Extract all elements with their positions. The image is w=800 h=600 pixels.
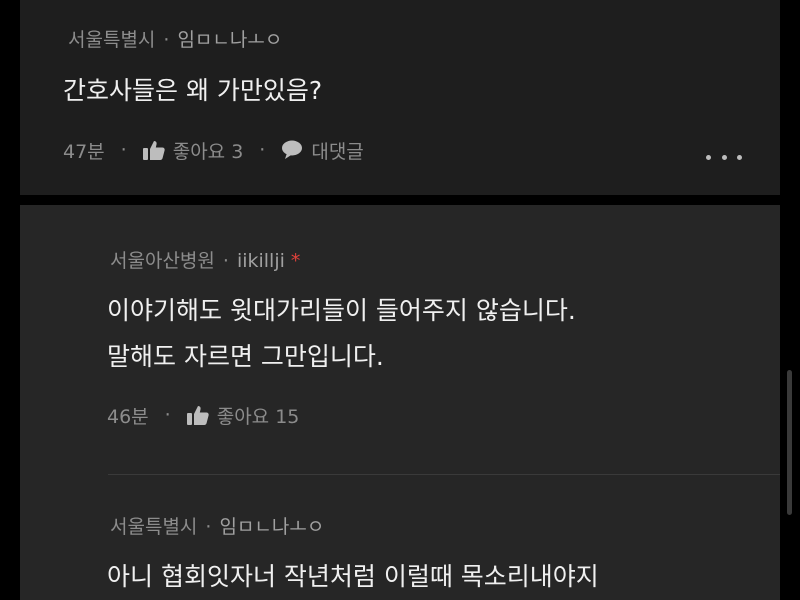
comment-meta: 서울특별시 · 임ㅁㄴ나ㅗㅇ [68,28,282,52]
meta-separator: · [205,516,212,538]
author-badge: * [290,250,301,272]
like-button[interactable]: 좋아요 15 [186,402,300,429]
reply-divider [108,474,780,475]
reply-location: 서울특별시 [110,516,198,538]
like-count: 좋아요 3 [172,140,244,163]
comment-location: 서울특별시 [68,29,156,51]
actions-separator: · [164,404,171,426]
comment-text: 간호사들은 왜 가만있음? [63,76,323,105]
reply-meta: 서울아산병원 · iikillji * [110,249,300,273]
reply-text-line-1: 이야기해도 윗대가리들이 들어주지 않습니다. [107,296,576,325]
actions-separator: · [120,139,127,161]
reply-label: 대댓글 [311,140,364,163]
like-button[interactable]: 좋아요 3 [142,137,244,164]
reply-time: 46분 [107,405,149,428]
more-dots-icon [721,154,727,160]
reply-author[interactable]: iikillji [237,250,285,272]
comment-author[interactable]: 임ㅁㄴ나ㅗㅇ [177,29,282,51]
reply-author[interactable]: 임ㅁㄴ나ㅗㅇ [219,516,324,538]
actions-separator: · [259,139,266,161]
thumbs-up-icon [186,406,209,425]
reply-text-line-2: 말해도 자르면 그만입니다. [107,342,384,371]
reply-location: 서울아산병원 [110,250,215,272]
like-count: 좋아요 15 [216,405,300,428]
meta-separator: · [163,29,170,51]
comment-time: 47분 [63,140,105,163]
scrollbar[interactable] [787,370,792,515]
more-options-button[interactable] [706,150,742,164]
reply-meta: 서울특별시 · 임ㅁㄴ나ㅗㅇ [110,515,324,539]
reply-text-line-1: 아니 협회잇자너 작년처럼 이럴때 목소리내야지 [107,562,599,591]
more-dots-icon [737,154,742,160]
reply-actions: 46분 · 좋아요 15 [107,402,299,428]
speech-bubble-icon [282,140,303,159]
comment-actions: 47분 · 좋아요 3 · 대댓글 [63,137,364,163]
thumbs-up-icon [142,141,165,160]
reply-button[interactable]: 대댓글 [281,137,364,164]
meta-separator: · [222,250,229,272]
left-edge [0,0,20,600]
more-dots-icon [706,154,711,160]
